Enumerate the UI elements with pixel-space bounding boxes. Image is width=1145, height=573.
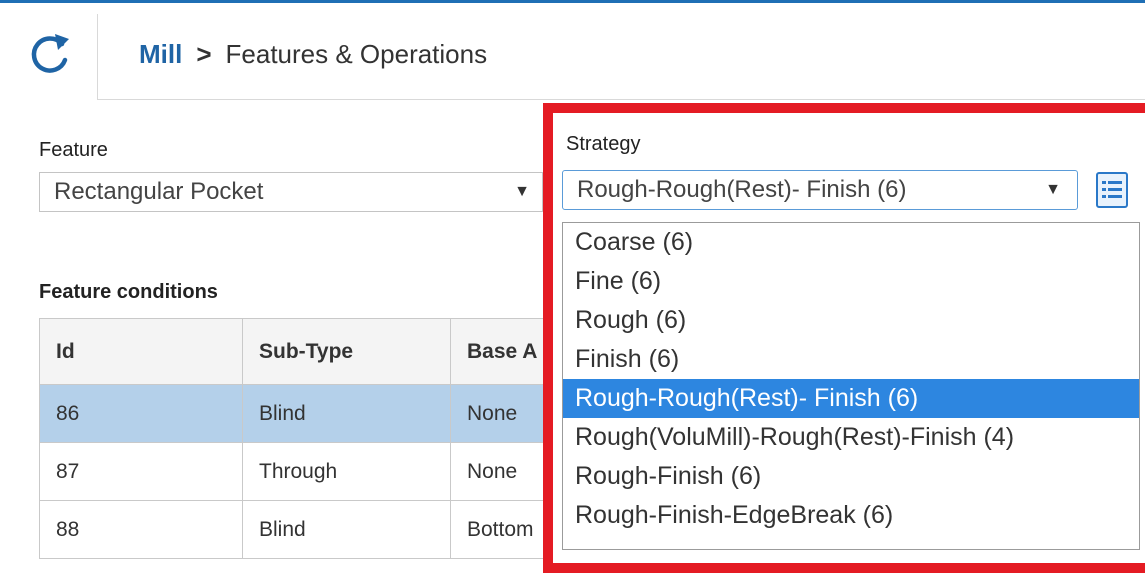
strategy-option-volumill[interactable]: Rough(VoluMill)-Rough(Rest)-Finish (4) <box>563 418 1139 457</box>
strategy-option-fine[interactable]: Fine (6) <box>563 262 1139 301</box>
strategy-option-rough-finish[interactable]: Rough-Finish (6) <box>563 457 1139 496</box>
dropdown-arrow-icon: ▼ <box>514 183 530 200</box>
breadcrumb-separator: > <box>196 39 212 69</box>
breadcrumb-mill-link[interactable]: Mill <box>139 39 182 69</box>
table-row[interactable]: 86 Blind None <box>39 384 571 443</box>
table-row[interactable]: 88 Blind Bottom <box>39 500 571 559</box>
strategy-select-value: Rough-Rough(Rest)- Finish (6) <box>577 176 907 203</box>
strategy-dropdown-list: Coarse (6) Fine (6) Rough (6) Finish (6)… <box>562 222 1140 550</box>
refresh-icon[interactable] <box>24 30 74 76</box>
strategy-label: Strategy <box>566 133 641 155</box>
strategy-option-finish[interactable]: Finish (6) <box>563 340 1139 379</box>
cell-id: 88 <box>39 500 243 559</box>
cell-sub-type: Through <box>242 442 451 501</box>
feature-select[interactable]: Rectangular Pocket ▼ <box>39 172 543 212</box>
header-underline <box>97 99 1145 100</box>
page-title: Features & Operations <box>225 39 488 69</box>
strategy-option-coarse[interactable]: Coarse (6) <box>563 223 1139 262</box>
cell-sub-type: Blind <box>242 384 451 443</box>
strategy-option-rough-rough-rest-finish[interactable]: Rough-Rough(Rest)- Finish (6) <box>563 379 1139 418</box>
feature-label: Feature <box>39 139 108 161</box>
table-row[interactable]: 87 Through None <box>39 442 571 501</box>
strategy-select[interactable]: Rough-Rough(Rest)- Finish (6) ▼ <box>562 170 1078 210</box>
strategy-option-rough[interactable]: Rough (6) <box>563 301 1139 340</box>
dropdown-arrow-icon: ▼ <box>1045 181 1061 198</box>
feature-select-value: Rectangular Pocket <box>54 178 264 205</box>
cell-sub-type: Blind <box>242 500 451 559</box>
list-view-icon[interactable] <box>1095 170 1129 210</box>
cell-id: 86 <box>39 384 243 443</box>
strategy-option-rough-finish-edgebreak[interactable]: Rough-Finish-EdgeBreak (6) <box>563 496 1139 535</box>
top-accent-line <box>0 0 1145 3</box>
feature-conditions-table: Id Sub-Type Base A 86 Blind None 87 Thro… <box>39 318 571 559</box>
cell-id: 87 <box>39 442 243 501</box>
breadcrumb: Mill > Features & Operations <box>139 38 487 70</box>
feature-conditions-label: Feature conditions <box>39 281 218 303</box>
column-header-sub-type[interactable]: Sub-Type <box>242 318 451 385</box>
column-header-id[interactable]: Id <box>39 318 243 385</box>
table-header-row: Id Sub-Type Base A <box>39 318 571 385</box>
header-divider <box>97 14 98 100</box>
